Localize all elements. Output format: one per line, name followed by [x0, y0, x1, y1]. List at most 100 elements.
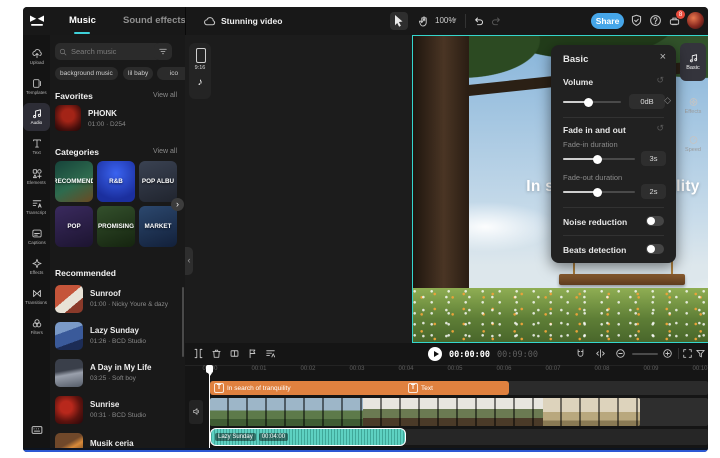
zoom-slider[interactable]: [632, 353, 658, 355]
effects-icon: [31, 258, 43, 269]
fade-out-value[interactable]: 2s: [641, 184, 666, 199]
shortcuts-icon[interactable]: [31, 425, 43, 435]
volume-value[interactable]: 0dB: [629, 94, 665, 109]
magnet-icon[interactable]: [575, 348, 586, 359]
recommended-header: Recommended: [55, 268, 116, 278]
fade-out-slider[interactable]: [563, 191, 635, 193]
text-clip[interactable]: T In search of tranquility: [210, 381, 409, 395]
ratio-pill[interactable]: 9:16 ♪: [189, 43, 211, 99]
search-input[interactable]: [55, 43, 161, 60]
timeline-ruler[interactable]: 00:00 00:01 00:02 00:03 00:04 00:05 00:0…: [185, 366, 708, 379]
volume-label: Volume: [563, 77, 593, 87]
redo-icon[interactable]: [490, 15, 502, 27]
sidebar-item-text[interactable]: Text: [23, 133, 50, 161]
share-button[interactable]: Share: [591, 13, 624, 29]
sidebar-item-captions[interactable]: Captions: [23, 223, 50, 251]
flag-icon[interactable]: [247, 348, 258, 359]
list-item[interactable]: Lazy Sunday 01:26 · BCD Studio: [55, 322, 180, 350]
avatar[interactable]: [687, 12, 704, 29]
fade-in-label: Fade-in duration: [563, 140, 618, 149]
categories-view-all[interactable]: View all: [153, 148, 177, 155]
noise-reduction-toggle[interactable]: [646, 216, 664, 226]
category-tile[interactable]: POP ALBU: [139, 161, 177, 202]
right-rail-speed[interactable]: Speed: [680, 125, 706, 163]
song-thumbnail: [55, 359, 83, 387]
sidebar-item-elements[interactable]: Elements: [23, 163, 50, 191]
adapt-icon[interactable]: [695, 348, 706, 359]
app-window: Music Sound effects Stunning video 100% …: [23, 7, 708, 452]
list-item[interactable]: Sunrise 00:31 · BCD Studio: [55, 396, 180, 424]
panel-collapse-handle[interactable]: ‹: [185, 247, 193, 275]
music-panel: background music lil baby ico Favorites …: [50, 35, 186, 452]
tab-music[interactable]: Music: [69, 15, 96, 26]
tag-chip[interactable]: lil baby: [123, 67, 153, 80]
captions-icon: [31, 228, 43, 239]
zoom-in-icon[interactable]: [662, 348, 673, 359]
categories-next-button[interactable]: ›: [171, 198, 184, 211]
tab-sound-effects[interactable]: Sound effects: [123, 15, 186, 26]
category-tile[interactable]: RECOMMEND: [55, 161, 93, 202]
text-clip[interactable]: T Text: [404, 381, 509, 395]
app-logo-icon[interactable]: [29, 14, 45, 28]
category-tile[interactable]: PROMISING: [97, 206, 135, 247]
category-tile[interactable]: MARKET: [139, 206, 177, 247]
sidebar-item-templates[interactable]: Templates: [23, 73, 50, 101]
sidebar-item-filters[interactable]: Filters: [23, 313, 50, 341]
close-icon[interactable]: ×: [660, 51, 666, 63]
sidebar-item-transcript[interactable]: Transcript: [23, 193, 50, 221]
beats-detection-toggle[interactable]: [646, 244, 664, 254]
audio-icon: [688, 53, 699, 63]
fade-in-value[interactable]: 3s: [641, 151, 666, 166]
list-item[interactable]: PHONK 01:00 · D254: [55, 105, 180, 131]
noise-reduction-label: Noise reduction: [563, 217, 627, 227]
keyframe-diamond-icon[interactable]: ◇: [664, 95, 671, 106]
video-clip[interactable]: [210, 398, 640, 426]
tiktok-icon[interactable]: ♪: [189, 77, 211, 88]
hand-tool-icon[interactable]: [418, 15, 430, 28]
volume-reset-icon[interactable]: ↺: [656, 75, 664, 86]
list-item[interactable]: Sunroof 01:00 · Nicky Youre & dazy: [55, 285, 180, 313]
sidebar-item-audio[interactable]: Audio: [23, 103, 50, 131]
fade-reset-icon[interactable]: ↺: [656, 123, 664, 134]
audio-icon: [31, 108, 43, 119]
right-rail-effects[interactable]: Effects: [680, 87, 706, 125]
music-filter-button[interactable]: [154, 43, 172, 60]
tab-music-underline: [74, 32, 90, 34]
fade-in-slider[interactable]: [563, 158, 635, 160]
track-mute-button[interactable]: [189, 400, 203, 424]
transcript-icon[interactable]: [265, 348, 276, 359]
project-title[interactable]: Stunning video: [221, 16, 282, 26]
help-icon[interactable]: [649, 14, 662, 27]
chevron-down-icon[interactable]: ▾: [453, 16, 457, 24]
zoom-out-icon[interactable]: [615, 348, 626, 359]
shield-check-icon[interactable]: [630, 14, 643, 27]
sidebar-item-effects[interactable]: Effects: [23, 253, 50, 281]
audio-clip-duration: 00:04:00: [259, 433, 288, 441]
category-tile[interactable]: R&B: [97, 161, 135, 202]
timeline-play-button[interactable]: [428, 347, 442, 361]
song-thumbnail: [55, 322, 83, 350]
sidebar-item-transitions[interactable]: Transitions: [23, 283, 50, 311]
audio-clip[interactable]: Lazy Sunday 00:04:00: [210, 428, 406, 446]
crop-icon[interactable]: [229, 348, 240, 359]
right-rail-basic[interactable]: Basic: [680, 43, 706, 81]
fullscreen-icon[interactable]: [682, 348, 693, 359]
transcript-icon: [31, 198, 43, 209]
playhead[interactable]: [206, 365, 214, 448]
sidebar-item-upload[interactable]: Upload: [23, 43, 50, 71]
favorites-header: Favorites: [55, 91, 93, 101]
cloud-sync-icon[interactable]: [203, 15, 216, 28]
undo-icon[interactable]: [473, 15, 485, 27]
list-item[interactable]: A Day in My Life 03:25 · Soft boy: [55, 359, 180, 387]
split-icon[interactable]: [193, 348, 204, 359]
preview-split-icon[interactable]: [595, 348, 606, 359]
effects-icon: [688, 97, 699, 107]
tag-chip[interactable]: background music: [55, 67, 118, 80]
phone-icon: [196, 48, 206, 63]
cursor-tool-button[interactable]: [390, 12, 408, 30]
volume-slider[interactable]: [563, 101, 621, 103]
favorites-view-all[interactable]: View all: [153, 92, 177, 99]
panel-scrollbar[interactable]: [182, 287, 184, 357]
delete-icon[interactable]: [211, 348, 222, 359]
category-tile[interactable]: POP: [55, 206, 93, 247]
